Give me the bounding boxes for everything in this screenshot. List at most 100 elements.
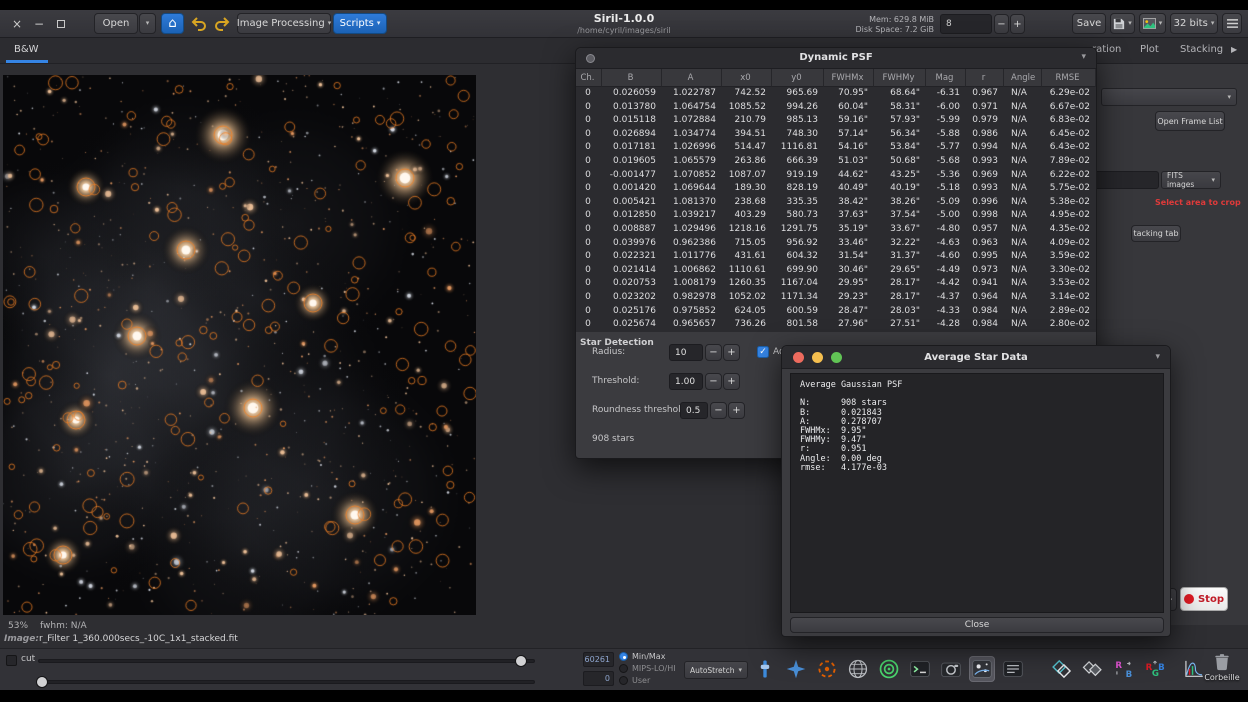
fits-images-dropdown[interactable]: FITS images ▾ <box>1161 171 1221 189</box>
roundness-minus-button[interactable]: − <box>710 402 727 419</box>
psf-table-row[interactable]: 0-0.0014771.0708521087.07919.1944.62"43.… <box>576 169 1096 183</box>
low-value-input[interactable]: 0 <box>583 671 614 686</box>
save-button[interactable]: Save <box>1072 13 1106 34</box>
home-button[interactable]: ⌂ <box>161 13 184 34</box>
psf-column-header[interactable]: RMSE <box>1042 69 1096 87</box>
psf-table-row[interactable]: 00.0232020.9829781052.021171.3429.23"28.… <box>576 291 1096 305</box>
psf-column-header[interactable]: FWHMy <box>874 69 926 87</box>
threads-input[interactable]: 8 <box>940 14 992 34</box>
script-icon[interactable] <box>1000 656 1026 682</box>
maximize-traffic-icon[interactable] <box>831 352 842 363</box>
close-icon[interactable]: × <box>8 14 26 33</box>
rgb-compose-icon[interactable]: RGB <box>1142 656 1168 682</box>
psf-table-row[interactable]: 00.0171811.026996514.471116.8154.16"53.8… <box>576 141 1096 155</box>
psf-column-header[interactable]: FWHMx <box>824 69 874 87</box>
psf-table-row[interactable]: 00.0223211.011776431.61604.3231.54"31.37… <box>576 250 1096 264</box>
psf-table-row[interactable]: 00.0054211.081370238.68335.3538.42"38.26… <box>576 196 1096 210</box>
open-frame-list-button[interactable]: Open Frame List <box>1155 111 1225 131</box>
hamburger-menu-button[interactable] <box>1222 13 1242 34</box>
redo-button[interactable] <box>211 13 232 34</box>
stop-button[interactable]: Stop <box>1180 587 1228 611</box>
open-dropdown[interactable]: ▾ <box>139 13 156 34</box>
close-traffic-icon[interactable] <box>793 352 804 363</box>
psf-table-row[interactable]: 00.0128501.039217403.29580.7337.63"37.54… <box>576 209 1096 223</box>
psf-table-row[interactable]: 00.0260591.022787742.52965.6970.95"68.64… <box>576 87 1096 101</box>
radius-minus-button[interactable]: − <box>705 344 722 361</box>
tab-bw[interactable]: B&W <box>14 44 39 55</box>
bit-depth-dropdown[interactable]: 32 bits ▾ <box>1170 13 1218 34</box>
threads-minus-button[interactable]: − <box>994 14 1009 34</box>
minimize-icon[interactable]: − <box>30 14 48 33</box>
psf-table-row[interactable]: 00.0256740.965657736.26801.5827.96"27.51… <box>576 318 1096 332</box>
threshold-minus-button[interactable]: − <box>705 373 722 390</box>
roundness-input[interactable]: 0.5 <box>680 402 708 419</box>
sequence-combo[interactable]: ▾ <box>1101 88 1237 106</box>
go-to-stacking-tab-button[interactable]: tacking tab <box>1131 225 1181 242</box>
psf-table-row[interactable]: 00.0399760.962386715.05956.9233.46"32.22… <box>576 237 1096 251</box>
snapshot-button[interactable]: ▾ <box>1139 13 1166 34</box>
radius-plus-button[interactable]: + <box>723 344 740 361</box>
tab-overflow-icon[interactable]: ▶ <box>1231 45 1237 54</box>
radio-mips[interactable]: MIPS-LO/HI <box>619 664 676 673</box>
psf-column-header[interactable]: Ch. <box>576 69 602 87</box>
psf-table-row[interactable]: 00.0088871.0294961218.161291.7535.19"33.… <box>576 223 1096 237</box>
image-processing-menu[interactable]: Image Processing ▾ <box>237 13 331 34</box>
psf-column-header[interactable]: Angle <box>1004 69 1042 87</box>
psf-table-row[interactable]: 00.0268941.034774394.51748.3057.14"56.34… <box>576 128 1096 142</box>
trash-desktop-item[interactable]: Corbeille <box>1196 652 1248 682</box>
scripts-menu[interactable]: Scripts ▾ <box>333 13 387 34</box>
psf-table-row[interactable]: 00.0014201.069644189.30828.1940.49"40.19… <box>576 182 1096 196</box>
high-slider-track[interactable] <box>38 659 535 663</box>
threshold-plus-button[interactable]: + <box>723 373 740 390</box>
radius-input[interactable]: 10 <box>669 344 703 361</box>
low-slider-track[interactable] <box>38 680 535 684</box>
channel-swap-icon[interactable]: RB <box>1111 656 1137 682</box>
tab-stacking[interactable]: Stacking <box>1180 44 1223 55</box>
high-value-input[interactable]: 60261 <box>583 652 614 667</box>
tab-plot[interactable]: Plot <box>1140 44 1159 55</box>
open-button[interactable]: Open <box>94 13 138 34</box>
stack-icon[interactable] <box>1080 656 1106 682</box>
avg-dialog-titlebar[interactable]: Average Star Data ▾ <box>782 346 1170 369</box>
close-button[interactable]: Close <box>790 617 1164 633</box>
psf-column-header[interactable]: y0 <box>772 69 824 87</box>
aperture-icon[interactable] <box>814 656 840 682</box>
psf-dialog-titlebar[interactable]: Dynamic PSF ▾ <box>576 48 1096 69</box>
target-icon[interactable] <box>876 656 902 682</box>
psf-table-row[interactable]: 00.0137801.0647541085.52994.2660.04"58.3… <box>576 101 1096 115</box>
roundness-plus-button[interactable]: + <box>728 402 745 419</box>
image-canvas[interactable] <box>3 75 476 615</box>
psf-column-header[interactable]: A <box>662 69 722 87</box>
high-slider-handle[interactable] <box>515 655 527 667</box>
console-icon[interactable] <box>907 656 933 682</box>
psf-column-header[interactable]: x0 <box>722 69 772 87</box>
radio-user[interactable]: User <box>619 676 650 685</box>
psf-table-row[interactable]: 00.0207531.0081791260.351167.0429.95"28.… <box>576 277 1096 291</box>
psf-column-header[interactable]: B <box>602 69 662 87</box>
levels-icon[interactable] <box>752 656 778 682</box>
save-as-button[interactable]: ▾ <box>1110 13 1135 34</box>
adjust-checkbox[interactable]: ✓ <box>757 346 769 358</box>
layers-icon[interactable] <box>1049 656 1075 682</box>
minimize-traffic-icon[interactable] <box>812 352 823 363</box>
chevron-down-icon[interactable]: ▾ <box>1155 352 1160 362</box>
cut-checkbox[interactable] <box>6 655 17 666</box>
camera-icon[interactable] <box>938 656 964 682</box>
psf-table-row[interactable]: 00.0196051.065579263.86666.3951.03"50.68… <box>576 155 1096 169</box>
psf-column-header[interactable]: r <box>966 69 1004 87</box>
maximize-icon[interactable] <box>52 14 70 33</box>
sparkle-icon[interactable] <box>783 656 809 682</box>
psf-column-header[interactable]: Mag <box>926 69 966 87</box>
low-slider-handle[interactable] <box>36 676 48 688</box>
undo-button[interactable] <box>188 13 209 34</box>
psf-icon[interactable] <box>969 656 995 682</box>
autostretch-dropdown[interactable]: AutoStretch ▾ <box>684 661 748 679</box>
threshold-input[interactable]: 1.00 <box>669 373 703 390</box>
radio-minmax[interactable]: Min/Max <box>619 652 665 661</box>
psf-table-row[interactable]: 00.0151181.072884210.79985.1359.16"57.93… <box>576 114 1096 128</box>
chevron-down-icon[interactable]: ▾ <box>1081 52 1086 62</box>
threads-plus-button[interactable]: + <box>1010 14 1025 34</box>
psf-table-row[interactable]: 00.0251760.975852624.05600.5928.47"28.03… <box>576 305 1096 319</box>
psf-table-row[interactable]: 00.0214141.0068621110.61699.9030.46"29.6… <box>576 264 1096 278</box>
sequence-name-input[interactable] <box>1093 171 1159 189</box>
